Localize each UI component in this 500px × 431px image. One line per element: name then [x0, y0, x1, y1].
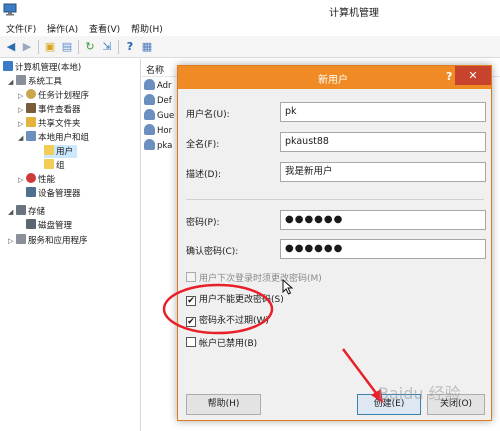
collapsed-arrow-icon[interactable]: ▷	[18, 174, 26, 187]
list-item[interactable]: Gue	[144, 109, 174, 123]
device-manager-icon	[26, 187, 36, 197]
clock-icon	[26, 89, 36, 99]
checkmark-icon: ✔	[186, 317, 196, 327]
title-bar: 计算机管理	[0, 0, 500, 20]
tree-item-computer-management[interactable]: 计算机管理(本地)	[3, 61, 81, 74]
tree-item-shared-folders[interactable]: ▷ 共享文件夹	[18, 117, 81, 130]
fullname-label: 全名(F):	[186, 140, 220, 150]
list-item[interactable]: Hor	[144, 124, 172, 138]
menu-view[interactable]: 查看(V)	[89, 22, 120, 35]
export-icon[interactable]: ⇲	[100, 40, 114, 54]
computer-management-icon	[3, 61, 13, 71]
show-hide-tree-icon[interactable]: ▤	[60, 40, 74, 54]
description-field[interactable]: 我是新用户	[280, 162, 486, 182]
dialog-title-bar: 新用户 ? ✕	[178, 66, 491, 89]
users-group-icon	[26, 131, 36, 141]
description-label: 描述(D):	[186, 170, 221, 180]
collapsed-arrow-icon[interactable]: ▷	[18, 118, 26, 131]
collapsed-arrow-icon[interactable]: ▷	[18, 104, 26, 117]
event-viewer-icon	[26, 103, 36, 113]
password-field[interactable]: ●●●●●●	[280, 210, 486, 230]
tree-item-event-viewer[interactable]: ▷ 事件查看器	[18, 103, 81, 116]
username-field[interactable]: pk	[280, 102, 486, 122]
folder-icon	[44, 159, 54, 169]
username-label: 用户名(U):	[186, 110, 230, 120]
help-button[interactable]: ?	[446, 70, 452, 83]
list-item[interactable]: Adr	[144, 79, 172, 93]
list-item[interactable]: Def	[144, 94, 172, 108]
computer-management-icon	[3, 3, 17, 16]
tree-item-disk-management[interactable]: 磁盘管理	[26, 219, 72, 232]
checkmark-icon: ✔	[186, 296, 196, 306]
dialog-body: 用户名(U): pk 全名(F): pkaust88 描述(D): 我是新用户 …	[178, 89, 491, 420]
tree-item-groups[interactable]: 组	[44, 159, 65, 172]
fullname-field[interactable]: pkaust88	[280, 132, 486, 152]
tree-item-device-manager[interactable]: 设备管理器	[26, 187, 81, 200]
toolbar-separator	[38, 40, 39, 54]
folder-up-icon[interactable]: ▣	[43, 40, 57, 54]
refresh-icon[interactable]: ↻	[83, 40, 97, 54]
tree-item-users[interactable]: 用户	[44, 145, 78, 158]
password-never-expires-checkbox[interactable]: ✔ 密码永不过期(W)	[186, 315, 269, 328]
checkbox-box	[186, 272, 196, 282]
expanded-arrow-icon[interactable]: ◢	[18, 132, 26, 145]
confirm-password-field[interactable]: ●●●●●●	[280, 239, 486, 259]
user-icon	[144, 94, 155, 105]
back-icon[interactable]: ◀	[4, 40, 18, 54]
storage-icon	[16, 205, 26, 215]
collapsed-arrow-icon[interactable]: ▷	[18, 90, 26, 103]
user-icon	[144, 79, 155, 90]
new-user-dialog: 新用户 ? ✕ 用户名(U): pk 全名(F): pkaust88 描述(D)…	[177, 65, 492, 421]
menu-help[interactable]: 帮助(H)	[131, 22, 163, 35]
computer-management-window: 计算机管理 文件(F) 操作(A) 查看(V) 帮助(H) ◀ ▶ ▣ ▤ ↻ …	[0, 0, 500, 431]
menu-file[interactable]: 文件(F)	[6, 22, 36, 35]
tree-item-local-users-groups[interactable]: ◢ 本地用户和组	[18, 131, 89, 144]
tree-item-system-tools[interactable]: ◢ 系统工具	[8, 75, 62, 88]
forward-icon[interactable]: ▶	[20, 40, 34, 54]
toolbar-separator	[118, 40, 119, 54]
shared-folder-icon	[26, 117, 36, 127]
column-header-name[interactable]: 名称	[146, 63, 164, 76]
help-dialog-button[interactable]: 帮助(H)	[186, 394, 261, 415]
properties-icon[interactable]: ▦	[140, 40, 154, 54]
help-icon[interactable]: ?	[123, 40, 137, 54]
password-label: 密码(P):	[186, 218, 220, 228]
dialog-divider	[186, 199, 484, 200]
tools-icon	[16, 75, 26, 85]
dialog-title: 新用户	[318, 75, 348, 86]
menu-bar: 文件(F) 操作(A) 查看(V) 帮助(H)	[0, 20, 500, 36]
must-change-password-checkbox[interactable]: 用户下次登录时须更改密码(M)	[186, 272, 322, 285]
services-icon	[16, 234, 26, 244]
tree-item-task-scheduler[interactable]: ▷ 任务计划程序	[18, 89, 89, 102]
window-title: 计算机管理	[329, 8, 379, 19]
disk-icon	[26, 219, 36, 229]
tree-item-storage[interactable]: ◢ 存储	[8, 205, 45, 218]
watermark-logo: Baidu 经验	[378, 384, 461, 403]
tree-item-services-applications[interactable]: ▷ 服务和应用程序	[8, 234, 88, 247]
list-item[interactable]: pka	[144, 139, 172, 153]
expanded-arrow-icon[interactable]: ◢	[8, 76, 16, 89]
expanded-arrow-icon[interactable]: ◢	[8, 206, 16, 219]
cannot-change-password-checkbox[interactable]: ✔ 用户不能更改密码(S)	[186, 294, 284, 307]
confirm-password-label: 确认密码(C):	[186, 247, 239, 257]
user-icon	[144, 139, 155, 150]
close-button[interactable]: ✕	[455, 66, 491, 85]
performance-icon	[26, 173, 36, 183]
collapsed-arrow-icon[interactable]: ▷	[8, 235, 16, 248]
user-icon	[144, 124, 155, 135]
account-disabled-checkbox[interactable]: 帐户已禁用(B)	[186, 337, 257, 350]
user-icon	[144, 109, 155, 120]
navigation-tree: 计算机管理(本地) ◢ 系统工具 ▷ 任务计划程序 ▷ 事件查看器 ▷ 共享文件夹 ◢ 本…	[0, 59, 141, 431]
folder-icon	[44, 145, 54, 155]
menu-action[interactable]: 操作(A)	[47, 22, 78, 35]
tree-item-performance[interactable]: ▷ 性能	[18, 173, 55, 186]
toolbar: ◀ ▶ ▣ ▤ ↻ ⇲ ? ▦	[0, 36, 500, 58]
toolbar-separator	[78, 40, 79, 54]
checkbox-box	[186, 337, 196, 347]
